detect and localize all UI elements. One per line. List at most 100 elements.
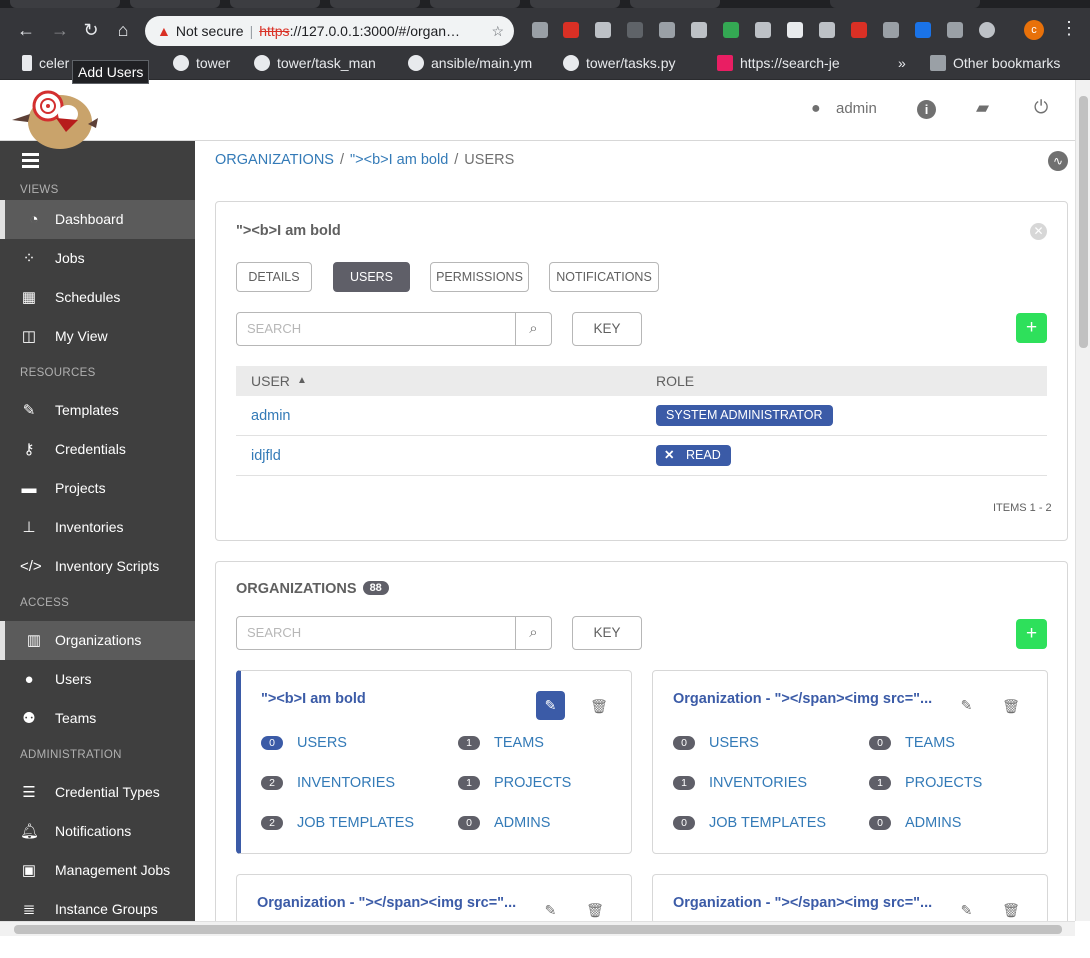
users-search-input[interactable]: SEARCH ⌕ [236,312,552,346]
browser-tab[interactable] [630,0,720,8]
header-username[interactable]: admin [836,100,877,117]
browser-tab-active[interactable] [830,0,980,8]
vertical-scrollbar[interactable] [1075,80,1090,921]
address-bar[interactable]: ▲ Not secure | https://127.0.0.1:3000/#/org… [145,16,514,46]
organizations-search-input[interactable]: SEARCH ⌕ [236,616,552,650]
sidebar-item-my-view[interactable]: ◫ My View [0,317,195,356]
browser-tab[interactable] [430,0,520,8]
organization-card[interactable]: Organization - "></span><img src="... ✎ … [236,874,632,924]
stat-job-templates[interactable]: 0 JOB TEMPLATES [673,815,826,831]
bookmark-item[interactable]: tower/task_man [254,54,390,72]
stat-admins[interactable]: 0 ADMINS [458,815,550,831]
extension-icon[interactable] [532,22,548,38]
tab-permissions[interactable]: PERMISSIONS [430,262,529,292]
trash-icon[interactable]: 🗑︎ [1002,900,1020,920]
info-icon[interactable]: i [917,100,936,119]
tab-details[interactable]: DETAILS [236,262,312,292]
browser-menu-icon[interactable]: ⋮ [1060,18,1078,39]
sidebar-item-organizations[interactable]: ▥ Organizations [0,621,195,660]
browser-tab[interactable] [530,0,620,8]
extension-icon[interactable] [947,22,963,38]
organization-card[interactable]: Organization - "></span><img src="... ✎ … [652,670,1048,854]
tab-notifications[interactable]: NOTIFICATIONS [549,262,659,292]
stat-inventories[interactable]: 1 INVENTORIES [673,775,807,791]
profile-avatar[interactable]: c [1024,20,1044,40]
forward-icon[interactable]: → [48,18,72,42]
column-user[interactable]: USER [251,366,290,396]
breadcrumb-organizations[interactable]: ORGANIZATIONS [215,152,334,168]
power-icon[interactable]: ⏻ [1034,97,1048,118]
sort-up-icon[interactable]: ▲ [297,366,307,396]
extension-icon[interactable] [723,22,739,38]
menu-icon[interactable] [22,153,39,171]
sidebar-item-inventory-scripts[interactable]: </> Inventory Scripts [0,547,195,586]
user-link[interactable]: admin [251,396,291,436]
back-icon[interactable]: ← [14,18,38,42]
organization-card[interactable]: Organization - "></span><img src="... ✎ … [652,874,1048,924]
sidebar-item-management-jobs[interactable]: ▣ Management Jobs [0,851,195,890]
tab-users[interactable]: USERS [333,262,410,292]
extension-icon[interactable] [979,22,995,38]
breadcrumb-org[interactable]: "><b>I am bold [350,152,448,168]
sidebar-item-projects[interactable]: ▬ Projects [0,469,195,508]
search-icon[interactable]: ⌕ [515,617,551,649]
sidebar-item-credential-types[interactable]: ☰ Credential Types [0,773,195,812]
reload-icon[interactable]: ↻ [79,18,103,42]
sidebar-item-users[interactable]: ● Users [0,660,195,699]
stat-admins[interactable]: 0 ADMINS [869,815,961,831]
horizontal-scrollbar[interactable] [0,921,1075,936]
organization-card-title[interactable]: Organization - "></span><img src="... [673,895,932,911]
other-bookmarks[interactable]: Other bookmarks [930,54,1060,72]
star-icon[interactable]: ☆ [491,16,504,46]
edit-icon[interactable]: ✎ [536,691,565,720]
sidebar-item-credentials[interactable]: ⚷ Credentials [0,430,195,469]
trash-icon[interactable]: 🗑︎ [590,696,608,716]
sidebar-item-inventories[interactable]: ⊥ Inventories [0,508,195,547]
bookmark-item[interactable]: celer [22,54,69,72]
add-users-button[interactable]: + [1016,313,1047,343]
bookmark-item[interactable]: ansible/main.ym [408,54,546,72]
key-button[interactable]: KEY [572,312,642,346]
extension-icon[interactable] [755,22,771,38]
trash-icon[interactable]: 🗑︎ [1002,696,1020,716]
extension-icon[interactable] [851,22,867,38]
stat-users[interactable]: 0 USERS [673,735,759,751]
organization-card-title[interactable]: Organization - "></span><img src="... [673,691,932,707]
bookmark-item[interactable]: https://search-je [717,54,853,72]
stat-teams[interactable]: 1 TEAMS [458,735,544,751]
sidebar-item-teams[interactable]: ⚉ Teams [0,699,195,738]
stat-teams[interactable]: 0 TEAMS [869,735,955,751]
close-icon[interactable]: ✕ [1030,223,1047,240]
bookmark-item[interactable]: tower/tasks.py [563,54,703,72]
extension-icon[interactable] [819,22,835,38]
bookmarks-overflow[interactable]: » [898,54,906,72]
book-icon[interactable]: ▰ [976,98,989,118]
extension-icon[interactable] [915,22,931,38]
extension-icon[interactable] [563,22,579,38]
add-organization-button[interactable]: + [1016,619,1047,649]
sidebar-item-notifications[interactable]: 🔔︎ Notifications [0,812,195,851]
activity-stream-icon[interactable]: ∿ [1048,151,1068,171]
home-icon[interactable]: ⌂ [111,18,135,42]
organization-card-title[interactable]: Organization - "></span><img src="... [257,895,516,911]
scrollbar-thumb[interactable] [14,925,1062,934]
scrollbar-thumb[interactable] [1079,96,1088,348]
trash-icon[interactable]: 🗑︎ [586,900,604,920]
stat-users[interactable]: 0 USERS [261,735,347,751]
search-icon[interactable]: ⌕ [515,313,551,345]
extension-icon[interactable] [691,22,707,38]
stat-projects[interactable]: 1 PROJECTS [458,775,571,791]
extension-icon[interactable] [787,22,803,38]
remove-role-icon[interactable]: ✕ [664,445,674,466]
key-button[interactable]: KEY [572,616,642,650]
stat-projects[interactable]: 1 PROJECTS [869,775,982,791]
stat-job-templates[interactable]: 2 JOB TEMPLATES [261,815,414,831]
extension-icon[interactable] [627,22,643,38]
extension-icon[interactable] [659,22,675,38]
sidebar-item-schedules[interactable]: ▦ Schedules [0,278,195,317]
stat-inventories[interactable]: 2 INVENTORIES [261,775,395,791]
bookmark-item[interactable]: tower [173,54,230,72]
organization-card[interactable]: "><b>I am bold ✎ 🗑︎ 0 USERS 1 TEAMS 2 INVEN… [236,670,632,854]
browser-tab[interactable] [130,0,220,8]
sidebar-item-jobs[interactable]: ⁘ Jobs [0,239,195,278]
